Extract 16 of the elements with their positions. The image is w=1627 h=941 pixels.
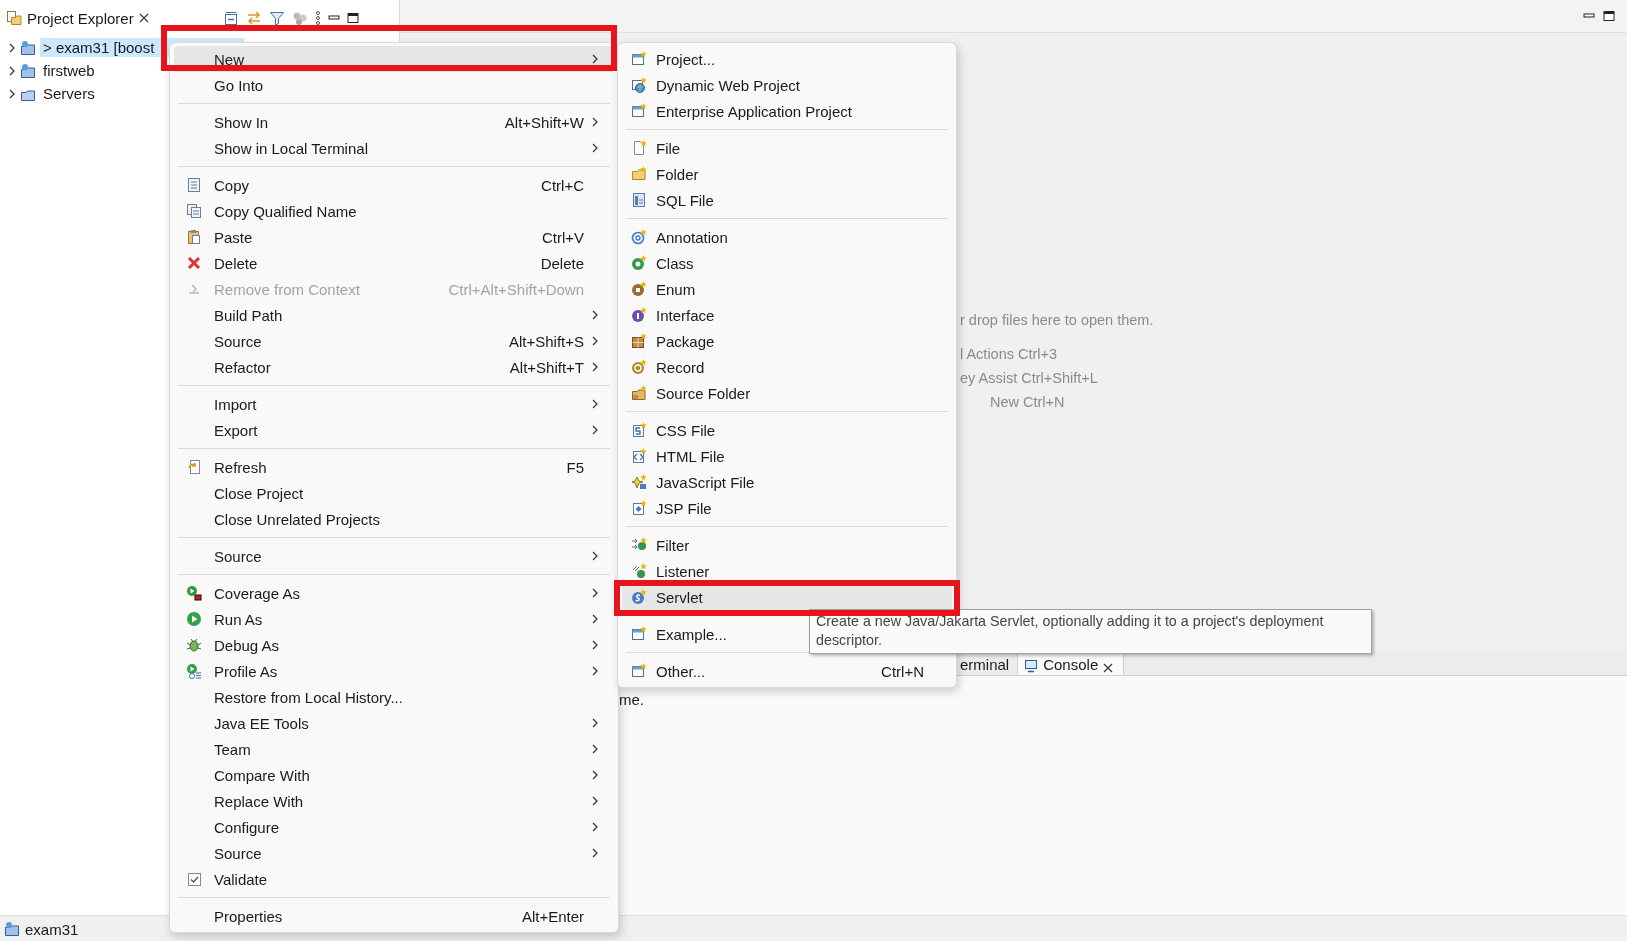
shortcut-label: Ctrl+N bbox=[881, 662, 924, 680]
shortcut-label: Ctrl+Alt+Shift+Down bbox=[448, 280, 584, 298]
hint-text: ey Assist Ctrl+Shift+L bbox=[960, 369, 1099, 388]
shortcut-label: Delete bbox=[540, 254, 584, 272]
hint-text: r drop files here to open them. bbox=[960, 311, 1155, 330]
shortcut-label: Ctrl+V bbox=[541, 228, 584, 246]
shortcut-label: Ctrl+C bbox=[541, 176, 584, 194]
hint-text: l Actions Ctrl+3 bbox=[960, 345, 1059, 364]
hint-text: New Ctrl+N bbox=[989, 393, 1066, 412]
status-label: exam31 bbox=[25, 920, 79, 938]
shortcut-label: Alt+Shift+S bbox=[508, 332, 584, 350]
shortcut-label: Alt+Enter bbox=[521, 907, 584, 925]
shortcut-label: Alt+Shift+W bbox=[504, 113, 584, 131]
shortcut-label: Alt+Shift+T bbox=[509, 358, 584, 376]
shortcut-label: F5 bbox=[566, 458, 584, 476]
console-text: me. bbox=[619, 691, 644, 708]
